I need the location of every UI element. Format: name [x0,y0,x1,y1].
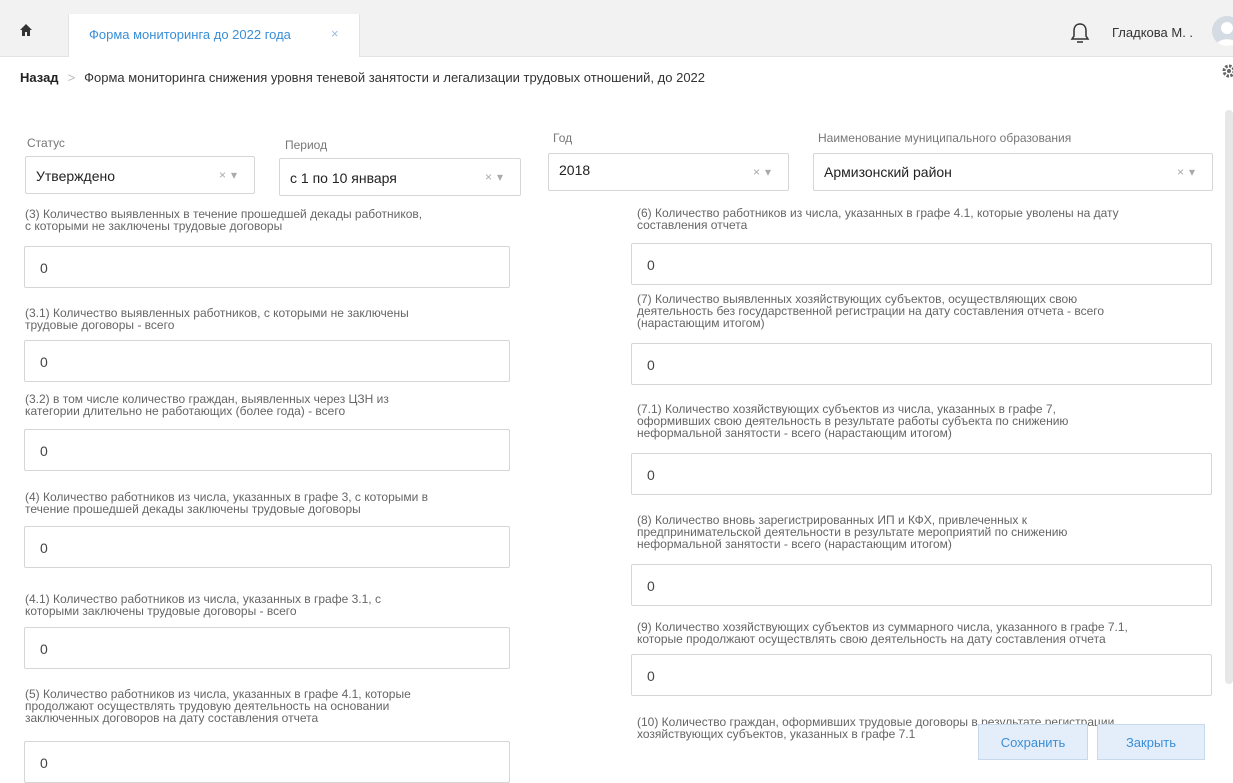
status-value: Утверждено [36,168,115,184]
select-controls[interactable]: ×▾ [1177,165,1200,179]
label-line: составления отчета [637,218,748,232]
field-5-label: (5) Количество работников из числа, указ… [25,688,411,724]
field-7-value: 0 [647,357,655,373]
page-title: Форма мониторинга снижения уровня тенево… [84,70,706,85]
select-controls[interactable]: ×▾ [753,165,776,179]
label-line: которыми заключены трудовые договоры - в… [25,604,297,618]
breadcrumb-separator: > [67,70,76,85]
municipality-select[interactable]: Армизонский район ×▾ [813,153,1213,191]
field-3-input[interactable]: 0 [24,246,510,288]
field-8-label: (8) Количество вновь зарегистрированных … [637,514,1067,550]
field-3-value: 0 [40,260,48,276]
tab-label: Форма мониторинга до 2022 года [89,27,291,42]
tab-monitoring-form[interactable]: Форма мониторинга до 2022 года × [68,14,360,57]
label-line: (нарастающим итогом) [637,316,765,330]
select-controls[interactable]: ×▾ [219,168,242,182]
field-9-label: (9) Количество хозяйствующих субъектов и… [637,621,1128,645]
field-7-label: (7) Количество выявленных хозяйствующих … [637,293,1104,329]
label-line: неформальной занятости - всего (нарастаю… [637,426,952,440]
clear-icon[interactable]: × [753,165,765,179]
clear-icon[interactable]: × [1177,165,1189,179]
field-7-1-input[interactable]: 0 [631,453,1212,495]
label-line: неформальной занятости - всего (нарастаю… [637,537,952,551]
field-9-input[interactable]: 0 [631,654,1212,696]
field-3-1-input[interactable]: 0 [24,340,510,382]
year-value: 2018 [559,162,591,178]
year-label: Год [553,131,573,145]
chevron-down-icon[interactable]: ▾ [231,168,242,182]
field-8-value: 0 [647,578,655,594]
field-4-input[interactable]: 0 [24,526,510,568]
municipality-label: Наименование муниципального образования [818,131,1072,145]
select-controls[interactable]: ×▾ [485,170,508,184]
period-value: с 1 по 10 января [290,170,397,186]
period-select[interactable]: с 1 по 10 января ×▾ [279,158,521,196]
field-6-label: (6) Количество работников из числа, указ… [637,207,1119,231]
label-line: трудовые договоры - всего [25,318,175,332]
field-6-input[interactable]: 0 [631,243,1212,285]
municipality-value: Армизонский район [824,164,952,180]
label-line: заключенных договоров на дату составлени… [25,711,319,725]
period-label: Период [285,138,328,152]
chevron-down-icon[interactable]: ▾ [497,170,508,184]
field-5-input[interactable]: 0 [24,741,510,783]
avatar[interactable] [1212,16,1233,46]
chevron-down-icon[interactable]: ▾ [1189,165,1200,179]
clear-icon[interactable]: × [219,168,231,182]
field-3-1-label: (3.1) Количество выявленных работников, … [25,307,409,331]
year-select[interactable]: 2018 ×▾ [548,153,789,191]
field-4-1-input[interactable]: 0 [24,627,510,669]
label-line: с которыми не заключены трудовые договор… [25,219,283,233]
gear-icon[interactable] [1222,64,1233,78]
bell-icon[interactable] [1069,22,1091,44]
back-link[interactable]: Назад [20,70,59,85]
scrollbar[interactable] [1225,110,1233,684]
field-6-value: 0 [647,257,655,273]
field-3-2-value: 0 [40,443,48,459]
field-9-value: 0 [647,668,655,684]
save-button[interactable]: Сохранить [978,724,1088,760]
field-4-label: (4) Количество работников из числа, указ… [25,491,428,515]
field-4-1-label: (4.1) Количество работников из числа, ук… [25,593,381,617]
field-5-value: 0 [40,755,48,771]
field-7-input[interactable]: 0 [631,343,1212,385]
field-7-1-label: (7.1) Количество хозяйствующих субъектов… [637,403,1068,439]
status-label: Статус [27,136,65,150]
label-line: категории длительно не работающих (более… [25,404,346,418]
home-icon[interactable] [18,22,34,38]
field-3-2-label: (3.2) в том числе количество граждан, вы… [25,393,389,417]
top-bar: Форма мониторинга до 2022 года × Гладков… [0,0,1233,57]
field-4-1-value: 0 [40,641,48,657]
breadcrumb: Назад > Форма мониторинга снижения уровня … [20,70,705,85]
field-7-1-value: 0 [647,467,655,483]
user-avatar-icon [1216,22,1233,46]
field-8-input[interactable]: 0 [631,564,1212,606]
label-line: которые продолжают осуществлять свою дея… [637,632,1106,646]
clear-icon[interactable]: × [485,170,497,184]
chevron-down-icon[interactable]: ▾ [765,165,776,179]
user-name[interactable]: Гладкова М. . [1112,25,1193,40]
field-3-1-value: 0 [40,354,48,370]
field-3-label: (3) Количество выявленных в течение прош… [25,208,422,232]
status-select[interactable]: Утверждено ×▾ [25,156,255,194]
field-4-value: 0 [40,540,48,556]
close-button[interactable]: Закрыть [1097,724,1205,760]
label-line: течение прошедшей декады заключены трудо… [25,502,361,516]
tab-close-icon[interactable]: × [331,26,339,41]
field-3-2-input[interactable]: 0 [24,429,510,471]
